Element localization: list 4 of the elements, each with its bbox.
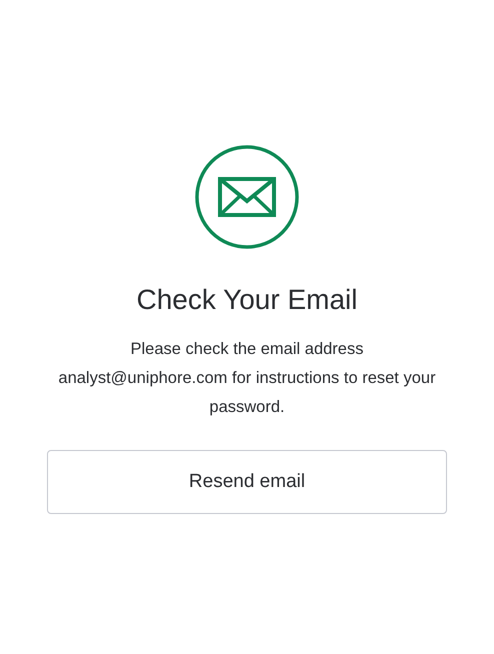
instruction-text: Please check the email address analyst@uniphore.com for instructions to reset your password. [57,339,437,418]
envelope-icon [195,145,299,249]
page-title: Check Your Email [136,283,358,317]
resend-email-button[interactable]: Resend email [47,450,447,514]
